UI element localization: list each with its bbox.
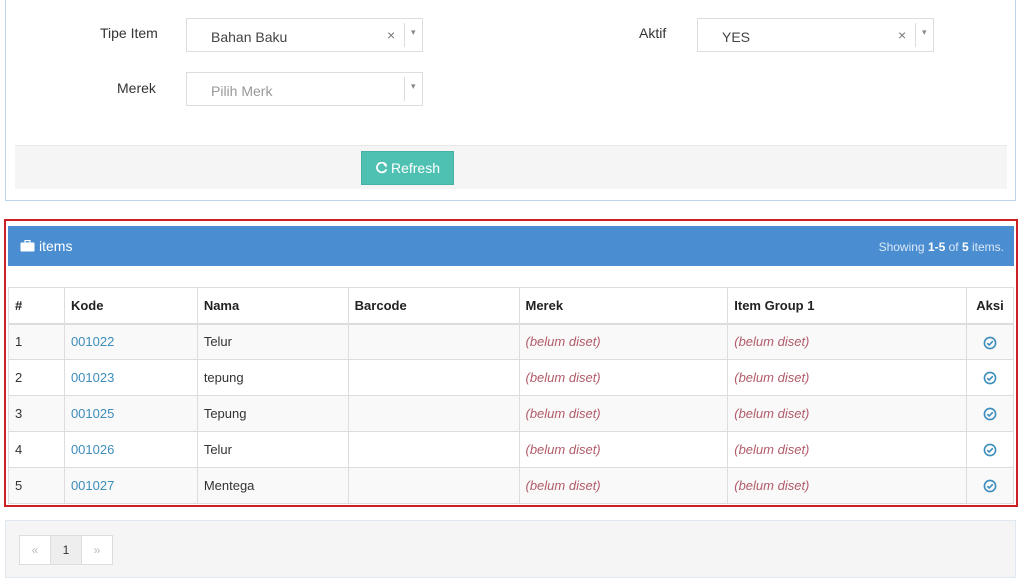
column-header-nama[interactable]: Nama xyxy=(196,287,349,325)
cell-no: 2 xyxy=(8,359,65,396)
select-separator xyxy=(915,23,916,47)
check-circle-icon[interactable] xyxy=(983,479,997,493)
cell-barcode xyxy=(347,359,520,396)
items-header: items Showing 1-5 of 5 items. xyxy=(8,226,1014,266)
aktif-value: YES xyxy=(722,29,751,45)
cell-kode-link[interactable]: 001027 xyxy=(63,467,198,504)
table-row: 2 001023 tepung (belum diset) (belum dis… xyxy=(8,359,1015,396)
check-circle-icon[interactable] xyxy=(983,336,997,350)
check-circle-icon[interactable] xyxy=(983,371,997,385)
tipe-item-select[interactable]: Bahan Baku × ▾ xyxy=(186,18,423,52)
clear-icon[interactable]: × xyxy=(387,27,395,43)
summary-suffix: items. xyxy=(968,240,1004,254)
items-summary: Showing 1-5 of 5 items. xyxy=(879,240,1004,254)
tipe-item-value: Bahan Baku xyxy=(211,29,288,45)
merek-label: Merek xyxy=(117,80,156,96)
cell-kode-link[interactable]: 001022 xyxy=(63,323,198,360)
cell-kode-link[interactable]: 001023 xyxy=(63,359,198,396)
cell-nama: Telur xyxy=(196,323,349,360)
tipe-item-label: Tipe Item xyxy=(100,25,158,41)
column-header-barcode[interactable]: Barcode xyxy=(347,287,520,325)
cell-nama: tepung xyxy=(196,359,349,396)
cell-aksi xyxy=(965,359,1015,396)
table-row: 4 001026 Telur (belum diset) (belum dise… xyxy=(8,431,1015,468)
cell-no: 3 xyxy=(8,395,65,432)
cell-no: 1 xyxy=(8,323,65,360)
table-row: 1 001022 Telur (belum diset) (belum dise… xyxy=(8,323,1015,360)
items-title: items xyxy=(20,238,72,254)
cell-barcode xyxy=(347,431,520,468)
cell-item-group: (belum diset) xyxy=(727,395,967,432)
cell-merek: (belum diset) xyxy=(518,467,729,504)
check-circle-icon[interactable] xyxy=(983,443,997,457)
table-row: 5 001027 Mentega (belum diset) (belum di… xyxy=(8,467,1015,504)
cell-merek: (belum diset) xyxy=(518,395,729,432)
chevron-down-icon[interactable]: ▾ xyxy=(411,27,416,38)
next-page-button[interactable]: » xyxy=(81,535,113,565)
filter-footer: Refresh xyxy=(15,145,1007,189)
items-table: # Kode Nama Barcode Merek Item Group 1 A… xyxy=(8,287,1015,504)
table-header-row: # Kode Nama Barcode Merek Item Group 1 A… xyxy=(8,287,1015,325)
aktif-select[interactable]: YES × ▾ xyxy=(697,18,934,52)
summary-total: 5 xyxy=(961,240,969,254)
cell-kode-link[interactable]: 001025 xyxy=(63,395,198,432)
clear-icon[interactable]: × xyxy=(898,27,906,43)
column-header-no[interactable]: # xyxy=(8,287,65,325)
refresh-icon xyxy=(376,161,388,173)
filter-panel: Tipe Item Bahan Baku × ▾ Aktif YES × ▾ M… xyxy=(5,0,1016,201)
summary-of: of xyxy=(945,240,962,254)
cell-merek: (belum diset) xyxy=(518,359,729,396)
cell-aksi xyxy=(965,395,1015,432)
cell-barcode xyxy=(347,323,520,360)
cell-item-group: (belum diset) xyxy=(727,359,967,396)
refresh-label: Refresh xyxy=(390,160,441,176)
summary-prefix: Showing xyxy=(878,240,928,254)
cell-nama: Tepung xyxy=(196,395,349,432)
cell-item-group: (belum diset) xyxy=(727,467,967,504)
column-header-kode[interactable]: Kode xyxy=(63,287,198,325)
chevron-down-icon[interactable]: ▾ xyxy=(922,27,927,38)
cell-aksi xyxy=(965,467,1015,504)
cell-item-group: (belum diset) xyxy=(727,323,967,360)
briefcase-icon xyxy=(20,240,35,252)
cell-merek: (belum diset) xyxy=(518,323,729,360)
refresh-button[interactable]: Refresh xyxy=(361,151,454,185)
merek-select[interactable]: Pilih Merk ▾ xyxy=(186,72,423,106)
cell-aksi xyxy=(965,323,1015,360)
cell-barcode xyxy=(347,395,520,432)
pagination-panel: « 1 » xyxy=(5,520,1016,578)
prev-page-button[interactable]: « xyxy=(19,535,51,565)
aktif-label: Aktif xyxy=(639,25,667,41)
table-row: 3 001025 Tepung (belum diset) (belum dis… xyxy=(8,395,1015,432)
pagination: « 1 » xyxy=(19,535,113,565)
cell-nama: Mentega xyxy=(196,467,349,504)
cell-merek: (belum diset) xyxy=(518,431,729,468)
merek-placeholder: Pilih Merk xyxy=(211,83,273,99)
cell-nama: Telur xyxy=(196,431,349,468)
select-separator xyxy=(404,23,405,47)
cell-no: 5 xyxy=(8,467,65,504)
cell-barcode xyxy=(347,467,520,504)
cell-item-group: (belum diset) xyxy=(727,431,967,468)
chevron-down-icon[interactable]: ▾ xyxy=(411,81,416,92)
summary-range: 1-5 xyxy=(927,240,946,254)
check-circle-icon[interactable] xyxy=(983,407,997,421)
select-separator xyxy=(404,77,405,101)
column-header-merek[interactable]: Merek xyxy=(518,287,729,325)
items-title-text: items xyxy=(39,238,73,254)
cell-kode-link[interactable]: 001026 xyxy=(63,431,198,468)
column-header-item-group[interactable]: Item Group 1 xyxy=(727,287,967,325)
column-header-aksi: Aksi xyxy=(965,287,1015,325)
page-1-button[interactable]: 1 xyxy=(50,535,82,565)
cell-aksi xyxy=(965,431,1015,468)
cell-no: 4 xyxy=(8,431,65,468)
items-panel: items Showing 1-5 of 5 items. # Kode Nam… xyxy=(4,219,1018,507)
